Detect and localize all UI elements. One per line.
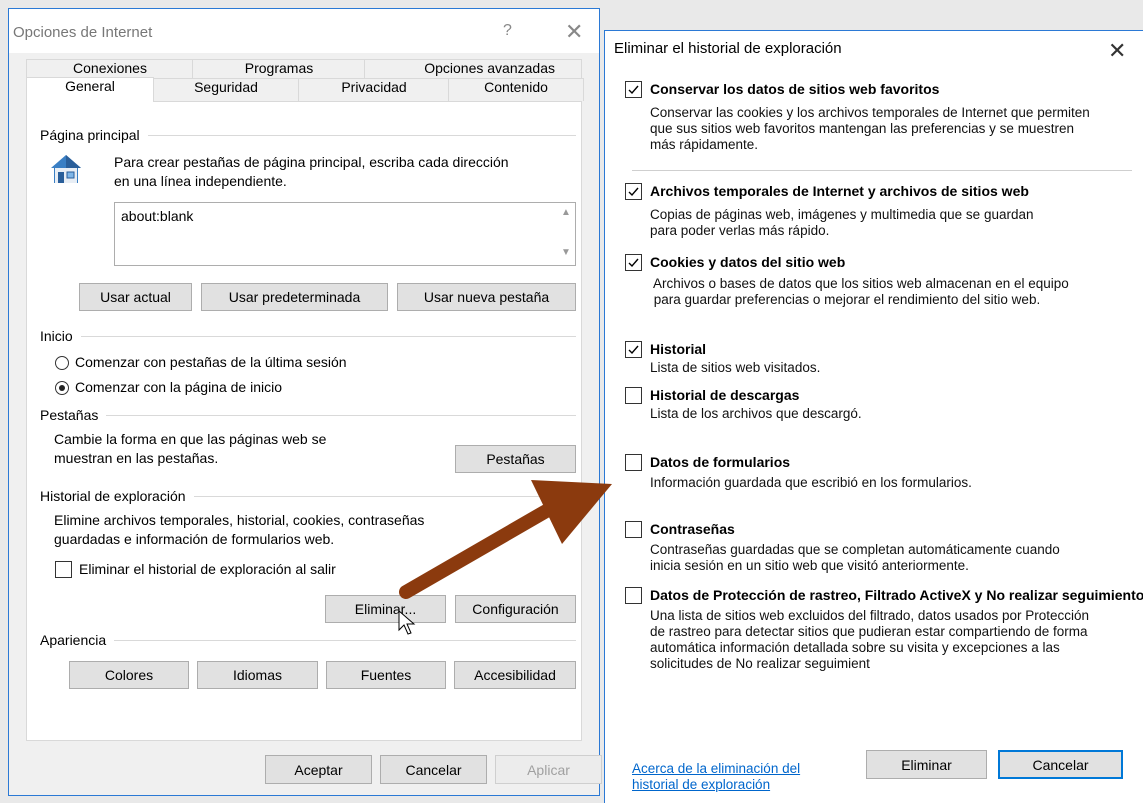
tabs-button[interactable]: Pestañas [455,445,576,473]
cancel-button[interactable]: Cancelar [380,755,487,784]
dh-item-desc: Contraseñas guardadas que se completan a… [650,542,1060,573]
section-divider [40,415,576,416]
dh-item-title: Historial de descargas [650,387,800,403]
keep-favorites-checkbox[interactable] [625,81,642,98]
delete-history-title: Eliminar el historial de exploración [614,40,842,57]
tab-label: General [65,78,115,94]
ok-button[interactable]: Aceptar [265,755,372,784]
form-data-checkbox[interactable] [625,454,642,471]
tab-opciones-avanzadas[interactable]: Opciones avanzadas [364,59,582,79]
dh-item-desc: Una lista de sitios web excluidos del fi… [650,608,1089,671]
dh-item-title: Conservar los datos de sitios web favori… [650,81,940,97]
dialog-title: Opciones de Internet [13,24,153,41]
separator [632,170,1132,171]
tabs-text-line1: Cambie la forma en que las páginas web s… [54,431,327,447]
tab-privacidad[interactable]: Privacidad [298,78,450,101]
apply-button[interactable]: Aplicar [495,755,602,784]
tab-seguridad[interactable]: Seguridad [152,78,300,101]
accessibility-button[interactable]: Accesibilidad [454,661,576,689]
appearance-section-label: Apariencia [40,632,115,648]
tab-general[interactable]: General [26,77,154,102]
close-button[interactable]: ✕ [565,19,583,45]
tab-programas[interactable]: Programas [192,59,366,80]
checkmark-icon [628,187,639,197]
dh-item-title: Historial [650,341,707,357]
dh-item-desc: Información guardada que escribió en los… [650,475,972,490]
help-button[interactable]: ? [503,22,512,40]
tab-label: Opciones avanzadas [424,60,555,76]
dh-item-title: Cookies y datos del sitio web [650,254,846,270]
startup-section-label: Inicio [40,328,81,344]
delete-history-button[interactable]: Eliminar... [325,595,446,623]
dh-item-desc: Copias de páginas web, imágenes y multim… [650,207,1034,238]
download-history-checkbox[interactable] [625,387,642,404]
section-divider [40,640,576,641]
tab-label: Privacidad [341,79,407,95]
scroll-down-icon[interactable]: ▼ [561,247,571,258]
homepage-section-label: Página principal [40,127,148,143]
use-new-tab-button[interactable]: Usar nueva pestaña [397,283,576,311]
checkmark-icon [628,85,639,95]
passwords-checkbox[interactable] [625,521,642,538]
tab-label: Conexiones [73,60,147,76]
use-current-button[interactable]: Usar actual [79,283,192,311]
startup-option-label: Comenzar con pestañas de la última sesió… [75,354,347,370]
checkmark-icon [628,345,639,355]
tab-label: Seguridad [194,79,258,95]
scroll-up-icon[interactable]: ▲ [561,207,571,218]
tabs-text-line2: muestran en las pestañas. [54,450,219,466]
history-checkbox[interactable] [625,341,642,358]
house-icon [48,152,84,188]
temp-files-checkbox[interactable] [625,183,642,200]
delete-on-exit-label: Eliminar el historial de exploración al … [79,561,336,577]
dh-cancel-button[interactable]: Cancelar [998,750,1123,779]
scrollbar[interactable]: ▲ ▼ [558,203,575,265]
tab-label: Programas [244,60,314,76]
mouse-cursor-icon [398,610,416,635]
dh-item-desc: Lista de sitios web visitados. [650,360,821,375]
dh-item-title: Datos de formularios [650,454,791,470]
dh-delete-button[interactable]: Eliminar [866,750,987,779]
startup-option-label: Comenzar con la página de inicio [75,379,283,395]
section-divider [40,336,576,337]
tabs-section-label: Pestañas [40,407,107,423]
use-default-button[interactable]: Usar predeterminada [201,283,388,311]
dh-item-title: Contraseñas [650,521,735,537]
colors-button[interactable]: Colores [69,661,189,689]
dh-item-desc: Conservar las cookies y los archivos tem… [650,105,1090,152]
history-text-line1: Elimine archivos temporales, historial, … [54,512,425,528]
history-section-label: Historial de exploración [40,488,194,504]
about-delete-history-link[interactable]: Acerca de la eliminación del historial d… [632,761,800,793]
homepage-instructions-line2: en una línea independiente. [114,173,287,189]
dh-item-title: Archivos temporales de Internet y archiv… [650,183,1029,199]
history-text-line2: guardadas e información de formularios w… [54,531,335,547]
startup-radio-last-session[interactable] [55,356,69,370]
tab-contenido[interactable]: Contenido [448,78,584,101]
startup-radio-home-page[interactable] [55,381,69,395]
delete-on-exit-checkbox[interactable] [55,561,72,578]
fonts-button[interactable]: Fuentes [326,661,446,689]
tab-label: Contenido [484,79,548,95]
homepage-textarea[interactable]: about:blank ▲ ▼ [114,202,576,266]
cookies-checkbox[interactable] [625,254,642,271]
dh-item-title: Datos de Protección de rastreo, Filtrado… [650,587,1143,603]
tracking-protection-checkbox[interactable] [625,587,642,604]
checkmark-icon [628,258,639,268]
dh-item-desc: Lista de los archivos que descargó. [650,406,862,421]
history-settings-button[interactable]: Configuración [455,595,576,623]
languages-button[interactable]: Idiomas [197,661,318,689]
homepage-instructions-line1: Para crear pestañas de página principal,… [114,154,509,170]
homepage-value: about:blank [121,208,194,224]
delete-history-close-button[interactable]: ✕ [1108,38,1126,64]
dh-item-desc: Archivos o bases de datos que los sitios… [653,276,1069,307]
